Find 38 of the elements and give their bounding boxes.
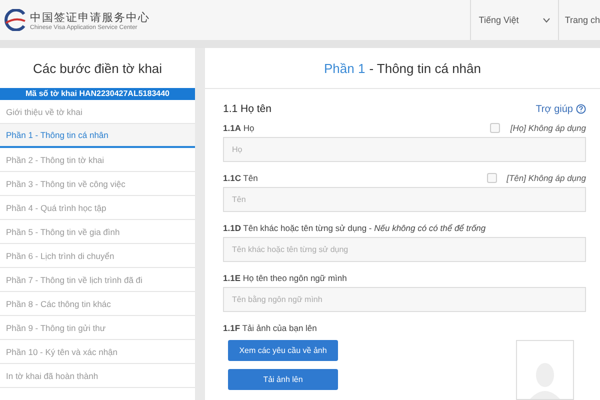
- input-field[interactable]: Họ: [223, 137, 586, 162]
- step-item[interactable]: Phần 6 - Lịch trình di chuyển: [0, 244, 195, 268]
- step-item[interactable]: Phần 7 - Thông tin về lịch trình đã đi: [0, 268, 195, 292]
- language-select[interactable]: Tiếng Việt: [470, 0, 559, 40]
- step-item[interactable]: In tờ khai đã hoàn thành: [0, 364, 195, 388]
- step-item[interactable]: Phần 5 - Thông tin về gia đình: [0, 220, 195, 244]
- not-applicable-label: [Tên] Không áp dụng: [506, 172, 586, 182]
- step-item[interactable]: Phần 10 - Ký tên và xác nhận: [0, 340, 195, 364]
- step-item[interactable]: Phần 1 - Thông tin cá nhân: [0, 124, 195, 148]
- input-field[interactable]: Tên: [223, 187, 586, 212]
- step-item[interactable]: Phần 4 - Quá trình học tập: [0, 196, 195, 220]
- not-applicable-label: [Họ] Không áp dụng: [510, 122, 586, 132]
- help-icon: [576, 104, 586, 114]
- logo-icon: [4, 9, 26, 31]
- help-link[interactable]: Trợ giúp: [536, 104, 586, 114]
- step-item[interactable]: Phần 9 - Thông tin gửi thư: [0, 316, 195, 340]
- field-label: 1.1E Họ tên theo ngôn ngữ mình: [223, 272, 347, 282]
- step-item[interactable]: Phần 3 - Thông tin về công việc: [0, 172, 195, 196]
- application-code-bar: Mã số tờ khai HAN2230427AL5183440: [0, 88, 195, 100]
- nav-link[interactable]: Trang ch: [564, 15, 600, 25]
- step-item[interactable]: Phần 2 - Thông tin tờ khai: [0, 148, 195, 172]
- input-field[interactable]: Tên khác hoặc tên từng sử dụng: [223, 237, 586, 262]
- logo-title: 中国签证申请服务中心: [30, 10, 150, 24]
- checkbox[interactable]: [486, 172, 497, 182]
- field-label: 1.1D Tên khác hoặc tên từng sử dụng - Nếu không có có thể để trống: [223, 222, 486, 232]
- input-field[interactable]: Tên bằng ngôn ngữ mình: [223, 287, 586, 312]
- section-title: 1.1 Họ tên: [223, 103, 272, 115]
- checkbox[interactable]: [490, 122, 500, 132]
- field-label: 1.1C Tên: [223, 172, 258, 182]
- chevron-down-icon: [542, 18, 550, 22]
- part-heading: Phần 1 - Thông tin cá nhân: [205, 48, 600, 89]
- field-label: 1.1A Họ: [223, 122, 254, 132]
- person-silhouette-icon: [530, 361, 560, 399]
- step-item[interactable]: Phần 8 - Các thông tin khác: [0, 292, 195, 316]
- photo-button[interactable]: Tải ảnh lên: [228, 369, 338, 390]
- field-label: 1.1F Tải ảnh của bạn lên: [223, 322, 317, 332]
- sidebar-title: Các bước điền tờ khai: [32, 60, 164, 78]
- photo-button[interactable]: Xem các yêu cầu về ảnh: [228, 340, 338, 361]
